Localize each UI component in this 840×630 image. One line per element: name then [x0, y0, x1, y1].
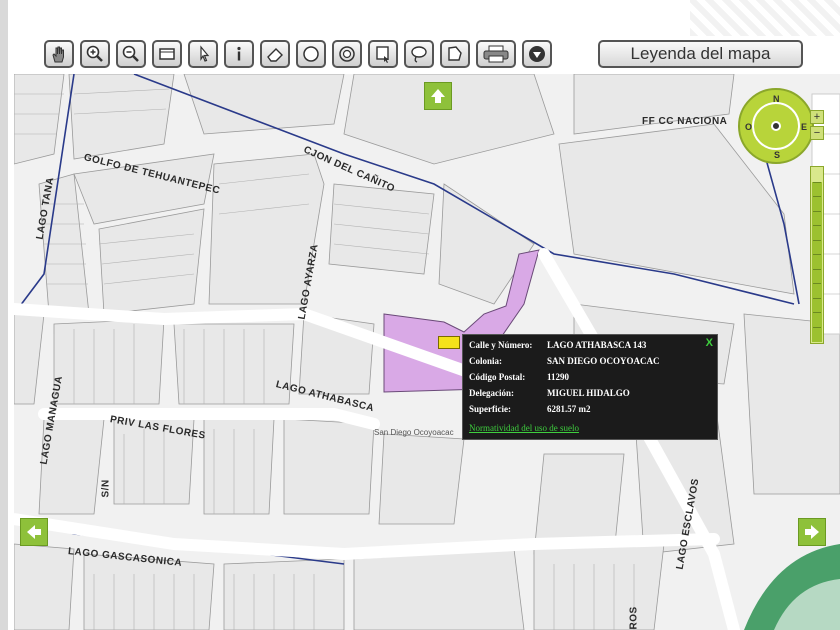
page-frame — [0, 0, 8, 630]
popup-row-address: Calle y Número: LAGO ATHABASCA 143 — [469, 340, 647, 350]
street-label-ros: ROS — [628, 606, 640, 630]
pan-hand-icon[interactable] — [44, 40, 74, 68]
zoom-slider[interactable] — [810, 166, 824, 344]
eraser-icon[interactable] — [260, 40, 290, 68]
map-toolbar — [44, 38, 552, 70]
zoom-in-icon[interactable] — [80, 40, 110, 68]
arrow-up-icon — [431, 89, 445, 103]
buffer-icon[interactable] — [332, 40, 362, 68]
zoom-slider-tick — [813, 225, 821, 226]
map-legend-button[interactable]: Leyenda del mapa — [598, 40, 803, 68]
rectangle-select-icon[interactable] — [368, 40, 398, 68]
compass-control[interactable]: N S E O — [738, 88, 814, 164]
pan-east-button[interactable] — [798, 518, 826, 546]
arrow-left-icon — [27, 525, 41, 539]
zoom-slider-tick — [813, 298, 821, 299]
zoom-slider-tick — [813, 182, 821, 183]
land-use-regulation-link[interactable]: Normatividad del uso de suelo — [469, 423, 579, 433]
zoom-slider-tick — [813, 254, 821, 255]
place-label-san-diego-ocoyoacac: San Diego Ocoyoacac — [374, 428, 454, 437]
popup-close-button[interactable]: X — [706, 337, 713, 349]
circle-select-icon[interactable] — [296, 40, 326, 68]
zoom-out-button[interactable]: − — [810, 126, 824, 140]
zoom-slider-tick — [813, 283, 821, 284]
popup-row-postal-code: Código Postal: 11290 — [469, 372, 570, 382]
pan-west-button[interactable] — [20, 518, 48, 546]
popup-row-colonia: Colonia: SAN DIEGO OCOYOACAC — [469, 356, 660, 366]
arrow-right-icon — [805, 525, 819, 539]
zoom-slider-tick — [813, 269, 821, 270]
popup-row-superficie: Superficie: 6281.57 m2 — [469, 404, 591, 414]
zoom-slider-tick — [813, 211, 821, 212]
zoom-slider-tick — [813, 196, 821, 197]
polygon-select-icon[interactable] — [440, 40, 470, 68]
zoom-slider-tick — [813, 327, 821, 328]
full-extent-icon[interactable] — [152, 40, 182, 68]
popup-row-delegacion: Delegación: MIGUEL HIDALGO — [469, 388, 630, 398]
zoom-out-icon[interactable] — [116, 40, 146, 68]
street-label-sn: S/N — [100, 479, 112, 498]
zoom-in-button[interactable]: + — [810, 110, 824, 124]
compass-south-button[interactable]: S — [774, 150, 780, 160]
map-viewport[interactable]: CJON DEL CAÑITO GOLFO DE TEHUANTEPEC LAG… — [14, 74, 840, 630]
street-label-ff-cc-nacional: FF CC NACIONA — [642, 116, 728, 127]
compass-north-button[interactable]: N — [773, 94, 780, 104]
print-icon[interactable] — [476, 40, 516, 68]
parcel-info-popup: X Calle y Número: LAGO ATHABASCA 143 Colo… — [462, 334, 718, 440]
identify-pointer-icon[interactable] — [188, 40, 218, 68]
selected-parcel-marker[interactable] — [438, 336, 460, 349]
lasso-select-icon[interactable] — [404, 40, 434, 68]
download-icon[interactable] — [522, 40, 552, 68]
pan-north-button[interactable] — [424, 82, 452, 110]
zoom-slider-fill — [812, 182, 822, 342]
compass-west-button[interactable]: O — [745, 122, 752, 132]
zoom-slider-tick — [813, 312, 821, 313]
info-icon[interactable] — [224, 40, 254, 68]
header-decoration — [690, 0, 840, 36]
compass-east-button[interactable]: E — [801, 122, 807, 132]
compass-center-icon[interactable] — [771, 121, 781, 131]
zoom-slider-tick — [813, 240, 821, 241]
